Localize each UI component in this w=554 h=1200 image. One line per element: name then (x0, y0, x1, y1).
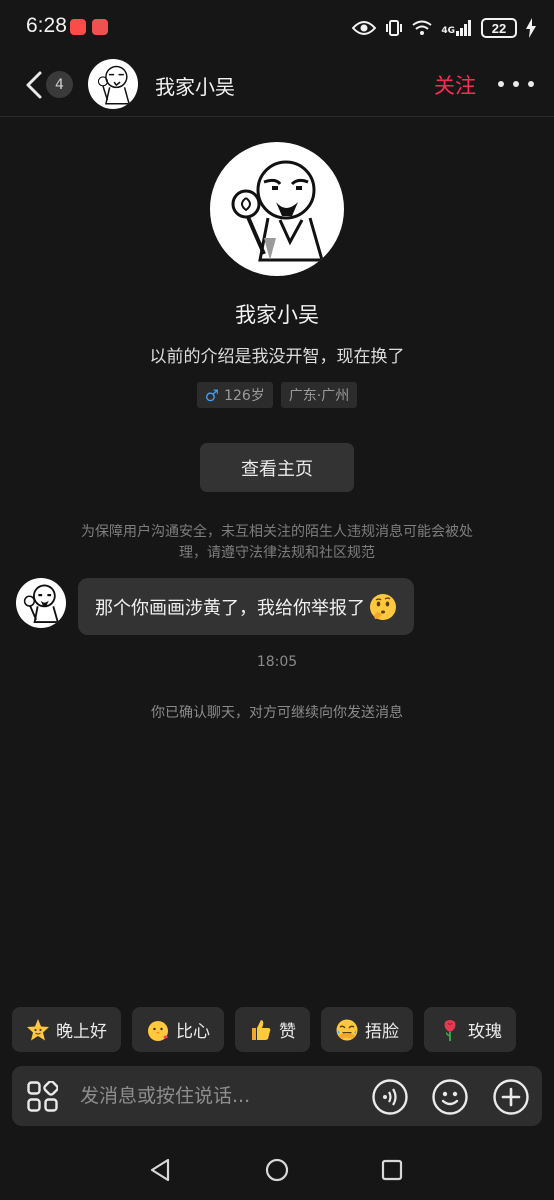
vibrate-icon (386, 20, 403, 36)
battery-indicator: 22 (481, 18, 517, 38)
eye-icon (352, 21, 377, 35)
quick-reply-good-evening[interactable]: 晚上好 (12, 1007, 121, 1052)
dot-icon (528, 81, 534, 87)
quick-reply-heart[interactable]: 比心 (132, 1007, 224, 1052)
thinking-face-icon (370, 593, 396, 620)
dot-icon (513, 81, 519, 87)
status-time: 6:28 (26, 14, 67, 37)
notification-app-icon (92, 19, 108, 35)
quick-reply-facepalm[interactable]: 捂脸 (321, 1007, 413, 1052)
quick-reply-label: 赞 (279, 1022, 296, 1042)
quick-reply-label: 比心 (176, 1022, 210, 1042)
quick-reply-rose[interactable]: 玫瑰 (424, 1007, 516, 1052)
message-timestamp: 18:05 (256, 654, 298, 670)
voice-icon[interactable] (372, 1079, 408, 1115)
gender-age-tag: ♂ 126岁 (196, 382, 273, 408)
message-text: 那个你画画涉黄了，我给你举报了 (95, 597, 365, 619)
chat-header: 4 我家小吴 关注 (0, 56, 554, 116)
more-options-button[interactable] (498, 74, 534, 94)
location-tag: 广东·广州 (280, 382, 358, 408)
message-bubble[interactable]: 那个你画画涉黄了，我给你举报了 (78, 578, 414, 635)
add-icon[interactable] (493, 1079, 529, 1115)
apps-grid-icon[interactable] (27, 1081, 58, 1112)
follow-button[interactable]: 关注 (434, 70, 476, 100)
quick-reply-bar: 晚上好 比心 赞 捂脸 玫瑰 (12, 1007, 554, 1052)
nav-back-icon[interactable] (148, 1158, 172, 1182)
wifi-icon (412, 20, 432, 35)
network-type: 4G (441, 26, 455, 36)
emoji-icon[interactable] (432, 1079, 468, 1115)
nav-home-icon[interactable] (265, 1158, 289, 1182)
quick-reply-label: 玫瑰 (468, 1022, 502, 1042)
thumbs-up-icon (252, 1019, 271, 1040)
view-homepage-button[interactable]: 查看主页 (200, 443, 354, 492)
doodle-man-avatar (231, 160, 324, 262)
quick-reply-label: 捂脸 (365, 1022, 399, 1042)
age-label: 126岁 (224, 388, 265, 404)
message-input-bar (12, 1066, 542, 1126)
status-bar: 6:28 4G 22 (0, 0, 554, 56)
unread-count-badge[interactable]: 4 (46, 71, 73, 98)
header-contact-name[interactable]: 我家小吴 (155, 71, 235, 100)
system-nav-bar (0, 1140, 554, 1200)
finger-heart-chick-icon (148, 1020, 168, 1041)
header-divider (0, 116, 554, 117)
profile-bio: 以前的介绍是我没开智，现在换了 (149, 347, 405, 367)
profile-name: 我家小吴 (235, 303, 319, 327)
sender-avatar[interactable] (16, 578, 66, 628)
status-icons: 4G 22 (352, 14, 536, 42)
safety-notice: 为保障用户沟通安全，未互相关注的陌生人违规消息可能会被处理，请遵守法律法规和社区… (0, 522, 554, 564)
location-label: 广东·广州 (288, 388, 350, 404)
back-button[interactable] (22, 70, 46, 100)
safety-notice-text: 为保障用户沟通安全，未互相关注的陌生人违规消息可能会被处理，请遵守法律法规和社区… (81, 524, 473, 561)
nav-recents-icon[interactable] (380, 1158, 404, 1182)
quick-reply-like[interactable]: 赞 (235, 1007, 310, 1052)
rose-icon (444, 1019, 456, 1041)
quick-reply-label: 晚上好 (56, 1022, 107, 1042)
cellular-signal-icon: 4G (441, 20, 472, 36)
header-avatar[interactable] (88, 59, 138, 109)
doodle-man-avatar (23, 584, 60, 623)
profile-avatar[interactable] (210, 142, 344, 276)
star-face-icon (27, 1018, 49, 1040)
facepalm-laugh-icon (336, 1019, 358, 1040)
doodle-man-avatar (97, 65, 131, 105)
system-message: 你已确认聊天，对方可继续向你发送消息 (151, 705, 403, 721)
notification-app-icon (70, 19, 86, 35)
profile-tags: ♂ 126岁 广东·广州 (0, 382, 554, 408)
dot-icon (498, 81, 504, 87)
male-icon: ♂ (204, 385, 220, 405)
charging-icon (526, 18, 536, 38)
message-input[interactable] (80, 1076, 360, 1116)
